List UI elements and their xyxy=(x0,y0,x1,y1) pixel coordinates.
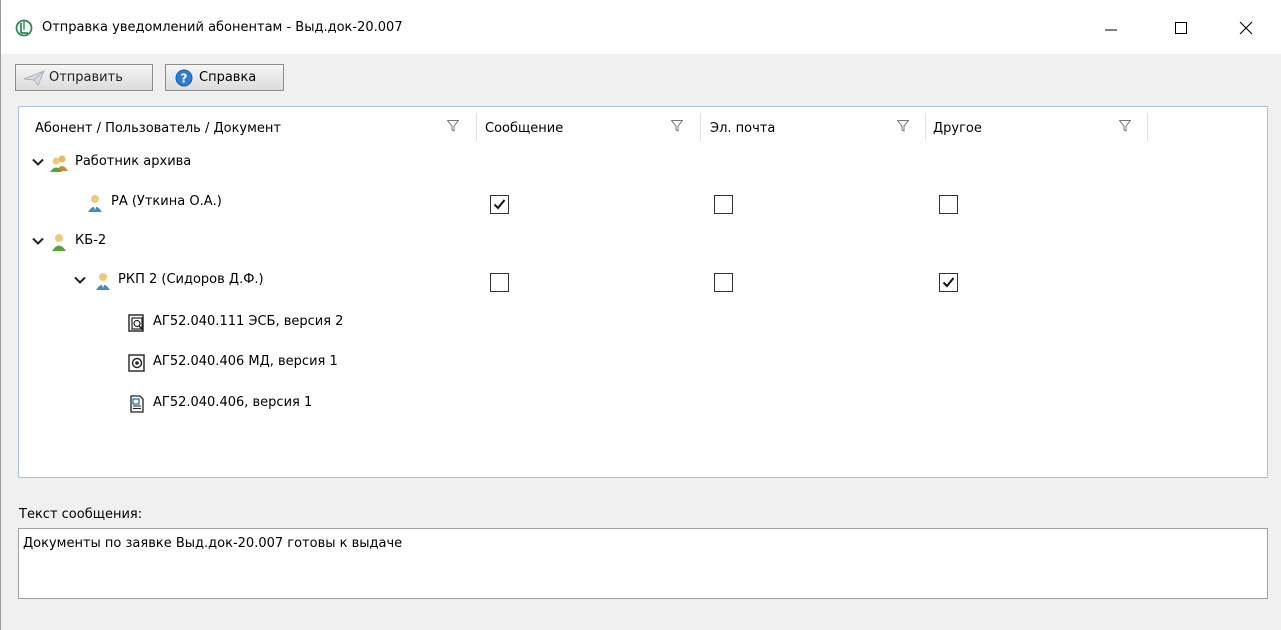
column-header-label: Сообщение xyxy=(485,120,564,136)
chevron-down-icon[interactable] xyxy=(31,155,45,169)
other-checkbox[interactable] xyxy=(939,195,958,214)
tree-row-label: АГ52.040.406 МД, версия 1 xyxy=(153,354,338,369)
tree-row-label: АГ52.040.111 ЭСБ, версия 2 xyxy=(153,314,344,329)
checkmark-icon xyxy=(942,277,955,288)
column-separator[interactable] xyxy=(700,113,701,141)
email-checkbox[interactable] xyxy=(714,273,733,292)
minimize-icon xyxy=(1105,29,1117,31)
tree-row-label: АГ52.040.406, версия 1 xyxy=(153,395,313,410)
send-button[interactable]: Отправить xyxy=(15,64,153,91)
svg-text:?: ? xyxy=(181,71,188,85)
tree-row-label: РА (Уткина О.А.) xyxy=(111,194,222,209)
tree-row-document[interactable]: АГ52.040.406, версия 1 xyxy=(19,388,1267,418)
close-button[interactable] xyxy=(1223,12,1269,44)
message-checkbox[interactable] xyxy=(490,273,509,292)
filter-icon[interactable] xyxy=(446,120,460,132)
column-header-label: Абонент / Пользователь / Документ xyxy=(35,120,281,136)
title-bar[interactable]: Отправка уведомлений абонентам - Выд.док… xyxy=(1,0,1281,54)
message-label: Текст сообщения: xyxy=(19,507,143,522)
group-icon xyxy=(49,153,69,173)
other-checkbox[interactable] xyxy=(939,273,958,292)
user-icon xyxy=(85,193,105,213)
filter-icon[interactable] xyxy=(1118,120,1132,132)
tree-row-user[interactable]: РА (Уткина О.А.) xyxy=(19,187,1267,217)
column-header-label: Другое xyxy=(933,120,982,136)
part-document-icon xyxy=(127,353,147,373)
tree-row-label: РКП 2 (Сидоров Д.Ф.) xyxy=(118,272,264,287)
column-separator[interactable] xyxy=(925,113,926,141)
subscribers-grid[interactable]: Абонент / Пользователь / Документ Сообще… xyxy=(18,106,1268,478)
assembly-document-icon xyxy=(127,313,147,333)
help-icon: ? xyxy=(173,69,195,87)
tree-row-user[interactable]: РКП 2 (Сидоров Д.Ф.) xyxy=(19,265,1267,295)
message-text: Документы по заявке Выд.док-20.007 готов… xyxy=(23,536,403,551)
message-checkbox[interactable] xyxy=(490,195,509,214)
column-header-label: Эл. почта xyxy=(710,120,776,136)
column-separator[interactable] xyxy=(476,113,477,141)
user-icon xyxy=(93,271,113,291)
maximize-button[interactable] xyxy=(1158,12,1204,44)
help-button[interactable]: ? Справка xyxy=(165,64,284,91)
department-icon xyxy=(49,232,69,252)
column-separator[interactable] xyxy=(1147,113,1148,141)
tree-row-label: Работник архива xyxy=(75,154,192,169)
column-header-message[interactable]: Сообщение xyxy=(485,115,563,141)
tree-row-document[interactable]: АГ52.040.406 МД, версия 1 xyxy=(19,347,1267,377)
close-icon xyxy=(1239,21,1253,35)
tree-row-group[interactable]: Работник архива xyxy=(19,147,1267,177)
minimize-button[interactable] xyxy=(1088,12,1134,44)
send-button-label: Отправить xyxy=(49,70,123,85)
filter-icon[interactable] xyxy=(670,120,684,132)
tree-row-department[interactable]: КБ-2 xyxy=(19,226,1267,256)
dialog-window: Отправка уведомлений абонентам - Выд.док… xyxy=(0,0,1281,630)
filter-icon[interactable] xyxy=(896,120,910,132)
tree-row-document[interactable]: АГ52.040.111 ЭСБ, версия 2 xyxy=(19,307,1267,337)
message-textarea[interactable]: Документы по заявке Выд.док-20.007 готов… xyxy=(18,528,1268,599)
maximize-icon xyxy=(1175,22,1187,34)
email-checkbox[interactable] xyxy=(714,195,733,214)
column-header-other[interactable]: Другое xyxy=(933,115,982,141)
column-header-email[interactable]: Эл. почта xyxy=(710,115,775,141)
drawing-document-icon xyxy=(127,394,147,414)
help-button-label: Справка xyxy=(199,70,257,85)
chevron-down-icon[interactable] xyxy=(31,234,45,248)
window-title: Отправка уведомлений абонентам - Выд.док… xyxy=(42,20,403,35)
app-logo-icon xyxy=(15,19,33,37)
chevron-down-icon[interactable] xyxy=(73,273,87,287)
tree-row-label: КБ-2 xyxy=(75,233,107,248)
checkmark-icon xyxy=(493,199,506,210)
column-header-subscriber[interactable]: Абонент / Пользователь / Документ xyxy=(35,115,281,141)
paper-plane-icon xyxy=(23,69,45,87)
